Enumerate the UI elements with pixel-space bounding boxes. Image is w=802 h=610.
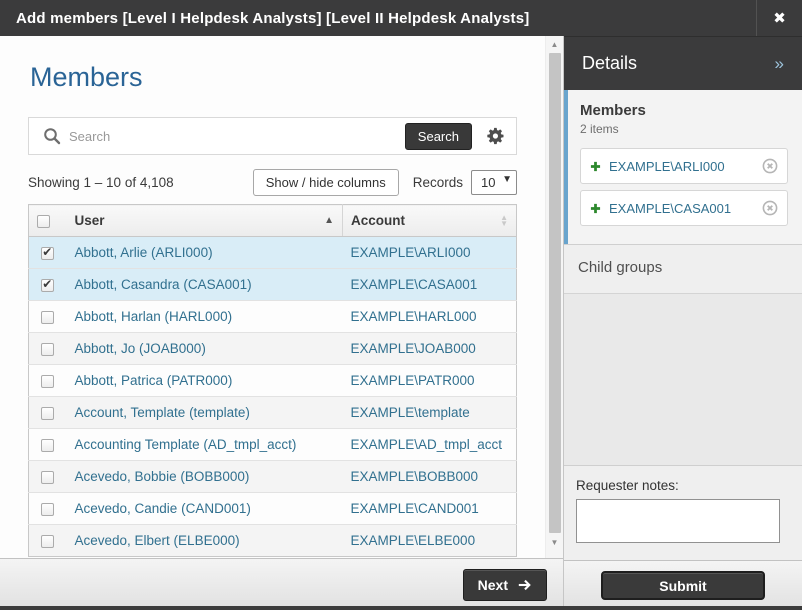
sort-ascending-icon: ▲ xyxy=(324,215,334,226)
user-cell: Abbott, Harlan (HARL000) xyxy=(67,301,343,333)
add-members-modal: Add members [Level I Helpdesk Analysts] … xyxy=(0,0,802,610)
row-checkbox[interactable] xyxy=(41,471,54,484)
requester-notes-label: Requester notes: xyxy=(576,478,780,493)
records-label: Records xyxy=(413,175,463,190)
table-row[interactable]: Accounting Template (AD_tmpl_acct) EXAMP… xyxy=(29,429,517,461)
table-row[interactable]: Abbott, Jo (JOAB000) EXAMPLE\JOAB000 xyxy=(29,333,517,365)
submit-footer: Submit xyxy=(564,560,802,610)
search-button[interactable]: Search xyxy=(405,123,472,150)
member-name: EXAMPLE\ARLI000 xyxy=(609,159,762,174)
row-checkbox[interactable] xyxy=(41,375,54,388)
details-members-section: Members 2 items EXAMPLE\ARLI000 xyxy=(564,90,802,244)
account-cell: EXAMPLE\PATR000 xyxy=(343,365,517,397)
details-title: Details xyxy=(582,53,775,74)
row-checkbox[interactable] xyxy=(41,407,54,420)
account-cell: EXAMPLE\template xyxy=(343,397,517,429)
table-header-row: User ▲ Account ▲▼ xyxy=(29,205,517,237)
account-cell: EXAMPLE\JOAB000 xyxy=(343,333,517,365)
account-cell: EXAMPLE\HARL000 xyxy=(343,301,517,333)
row-checkbox[interactable] xyxy=(41,503,54,516)
scrollbar-thumb[interactable] xyxy=(549,53,561,533)
close-button[interactable]: ✖ xyxy=(756,0,802,36)
details-empty-area xyxy=(564,293,802,465)
child-groups-section: Child groups xyxy=(564,244,802,293)
modal-titlebar: Add members [Level I Helpdesk Analysts] … xyxy=(0,0,802,36)
column-header-user[interactable]: User ▲ xyxy=(67,205,343,237)
wizard-footer: Next xyxy=(0,558,563,610)
members-section-title: Members xyxy=(580,102,788,119)
plus-icon xyxy=(590,203,601,214)
arrow-right-icon xyxy=(517,578,532,592)
table-row[interactable]: Abbott, Arlie (ARLI000) EXAMPLE\ARLI000 xyxy=(29,237,517,269)
account-cell: EXAMPLE\AD_tmpl_acct xyxy=(343,429,517,461)
search-input[interactable] xyxy=(69,129,405,144)
user-cell: Abbott, Casandra (CASA001) xyxy=(67,269,343,301)
account-cell: EXAMPLE\CAND001 xyxy=(343,493,517,525)
table-row[interactable]: Acevedo, Bobbie (BOBB000) EXAMPLE\BOBB00… xyxy=(29,461,517,493)
remove-member-icon[interactable] xyxy=(762,158,778,174)
row-checkbox[interactable] xyxy=(41,439,54,452)
requester-notes-section: Requester notes: xyxy=(564,465,802,560)
remove-member-icon[interactable] xyxy=(762,200,778,216)
requester-notes-input[interactable] xyxy=(576,499,780,543)
search-bar: Search xyxy=(28,117,517,155)
table-toolbar: Showing 1 – 10 of 4,108 Show / hide colu… xyxy=(28,169,517,196)
user-cell: Acevedo, Candie (CAND001) xyxy=(67,493,343,525)
next-button[interactable]: Next xyxy=(463,569,547,601)
scroll-up-icon[interactable]: ▲ xyxy=(546,36,563,52)
records-per-page-select[interactable]: 10 xyxy=(471,170,517,195)
user-cell: Acevedo, Elbert (ELBE000) xyxy=(67,525,343,557)
account-cell: EXAMPLE\BOBB000 xyxy=(343,461,517,493)
row-checkbox[interactable] xyxy=(41,535,54,548)
showing-count: Showing 1 – 10 of 4,108 xyxy=(28,175,253,190)
user-cell: Abbott, Patrica (PATR000) xyxy=(67,365,343,397)
table-row[interactable]: Abbott, Harlan (HARL000) EXAMPLE\HARL000 xyxy=(29,301,517,333)
page-title: Members xyxy=(30,62,517,93)
user-cell: Acevedo, Bobbie (BOBB000) xyxy=(67,461,343,493)
user-cell: Abbott, Arlie (ARLI000) xyxy=(67,237,343,269)
members-picker-panel: Members Search xyxy=(0,36,563,610)
member-item: EXAMPLE\ARLI000 xyxy=(580,148,788,184)
user-cell: Abbott, Jo (JOAB000) xyxy=(67,333,343,365)
user-cell: Account, Template (template) xyxy=(67,397,343,429)
table-row[interactable]: Abbott, Patrica (PATR000) EXAMPLE\PATR00… xyxy=(29,365,517,397)
column-header-account[interactable]: Account ▲▼ xyxy=(343,205,517,237)
members-count: 2 items xyxy=(580,122,788,136)
select-all-checkbox[interactable] xyxy=(37,215,50,228)
account-cell: EXAMPLE\ELBE000 xyxy=(343,525,517,557)
table-row[interactable]: Acevedo, Elbert (ELBE000) EXAMPLE\ELBE00… xyxy=(29,525,517,557)
row-checkbox[interactable] xyxy=(41,343,54,356)
row-checkbox[interactable] xyxy=(41,247,54,260)
table-row[interactable]: Abbott, Casandra (CASA001) EXAMPLE\CASA0… xyxy=(29,269,517,301)
member-item: EXAMPLE\CASA001 xyxy=(580,190,788,226)
account-cell: EXAMPLE\CASA001 xyxy=(343,269,517,301)
table-row[interactable]: Acevedo, Candie (CAND001) EXAMPLE\CAND00… xyxy=(29,493,517,525)
plus-icon xyxy=(590,161,601,172)
collapse-panel-icon[interactable]: » xyxy=(775,54,784,74)
row-checkbox[interactable] xyxy=(41,279,54,292)
search-icon xyxy=(43,127,61,145)
users-table: User ▲ Account ▲▼ xyxy=(28,204,517,557)
modal-bottom-edge xyxy=(0,606,802,610)
modal-title: Add members [Level I Helpdesk Analysts] … xyxy=(0,10,756,27)
submit-button[interactable]: Submit xyxy=(601,571,765,600)
vertical-scrollbar[interactable]: ▲ ▼ xyxy=(545,36,563,558)
account-cell: EXAMPLE\ARLI000 xyxy=(343,237,517,269)
sort-both-icon: ▲▼ xyxy=(500,215,508,227)
gear-icon[interactable] xyxy=(486,126,506,146)
close-icon: ✖ xyxy=(773,9,786,27)
child-groups-label: Child groups xyxy=(578,259,662,276)
show-hide-columns-button[interactable]: Show / hide columns xyxy=(253,169,399,196)
user-cell: Accounting Template (AD_tmpl_acct) xyxy=(67,429,343,461)
table-row[interactable]: Account, Template (template) EXAMPLE\tem… xyxy=(29,397,517,429)
details-header: Details » xyxy=(564,36,802,90)
row-checkbox[interactable] xyxy=(41,311,54,324)
member-name: EXAMPLE\CASA001 xyxy=(609,201,762,216)
scroll-down-icon[interactable]: ▼ xyxy=(546,534,563,550)
details-panel: Details » Members 2 items EXAMPLE\ARLI00… xyxy=(563,36,802,610)
